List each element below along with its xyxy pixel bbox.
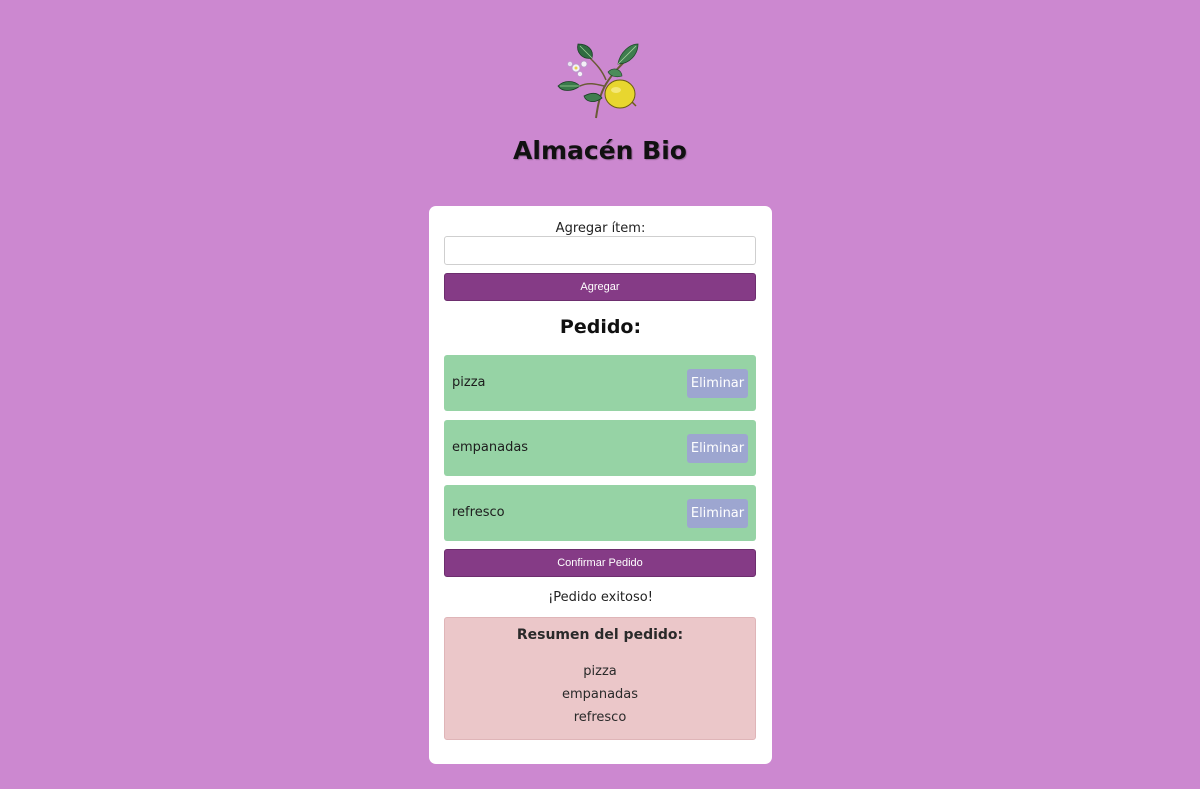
confirm-order-button[interactable]: Confirmar Pedido bbox=[444, 549, 756, 577]
order-item: refresco Eliminar bbox=[444, 485, 756, 541]
remove-button[interactable]: Eliminar bbox=[687, 369, 748, 398]
success-message: ¡Pedido exitoso! bbox=[548, 590, 653, 605]
order-title: Pedido: bbox=[559, 316, 642, 338]
summary-list: pizza empanadas refresco bbox=[445, 660, 755, 729]
summary-title: Resumen del pedido: bbox=[516, 627, 684, 643]
add-item-label: Agregar ítem: bbox=[555, 221, 646, 236]
remove-button[interactable]: Eliminar bbox=[687, 499, 748, 528]
summary-item: empanadas bbox=[561, 687, 639, 702]
app-title: Almacén Bio bbox=[513, 136, 687, 165]
order-summary: Resumen del pedido: pizza empanadas refr… bbox=[444, 617, 756, 740]
lemon-branch-logo bbox=[557, 43, 639, 119]
add-button[interactable]: Agregar bbox=[444, 273, 756, 301]
order-item: pizza Eliminar bbox=[444, 355, 756, 411]
order-card: Agregar ítem: Agregar Pedido: pizza Elim… bbox=[429, 206, 772, 764]
add-item-input[interactable] bbox=[444, 236, 756, 265]
summary-item: refresco bbox=[573, 710, 627, 725]
order-item-name: empanadas bbox=[452, 440, 529, 455]
order-list: pizza Eliminar empanadas Eliminar refres… bbox=[444, 355, 756, 550]
order-item-name: pizza bbox=[452, 375, 486, 390]
order-item-name: refresco bbox=[452, 505, 505, 520]
summary-item: pizza bbox=[583, 664, 617, 679]
remove-button[interactable]: Eliminar bbox=[687, 434, 748, 463]
order-item: empanadas Eliminar bbox=[444, 420, 756, 476]
